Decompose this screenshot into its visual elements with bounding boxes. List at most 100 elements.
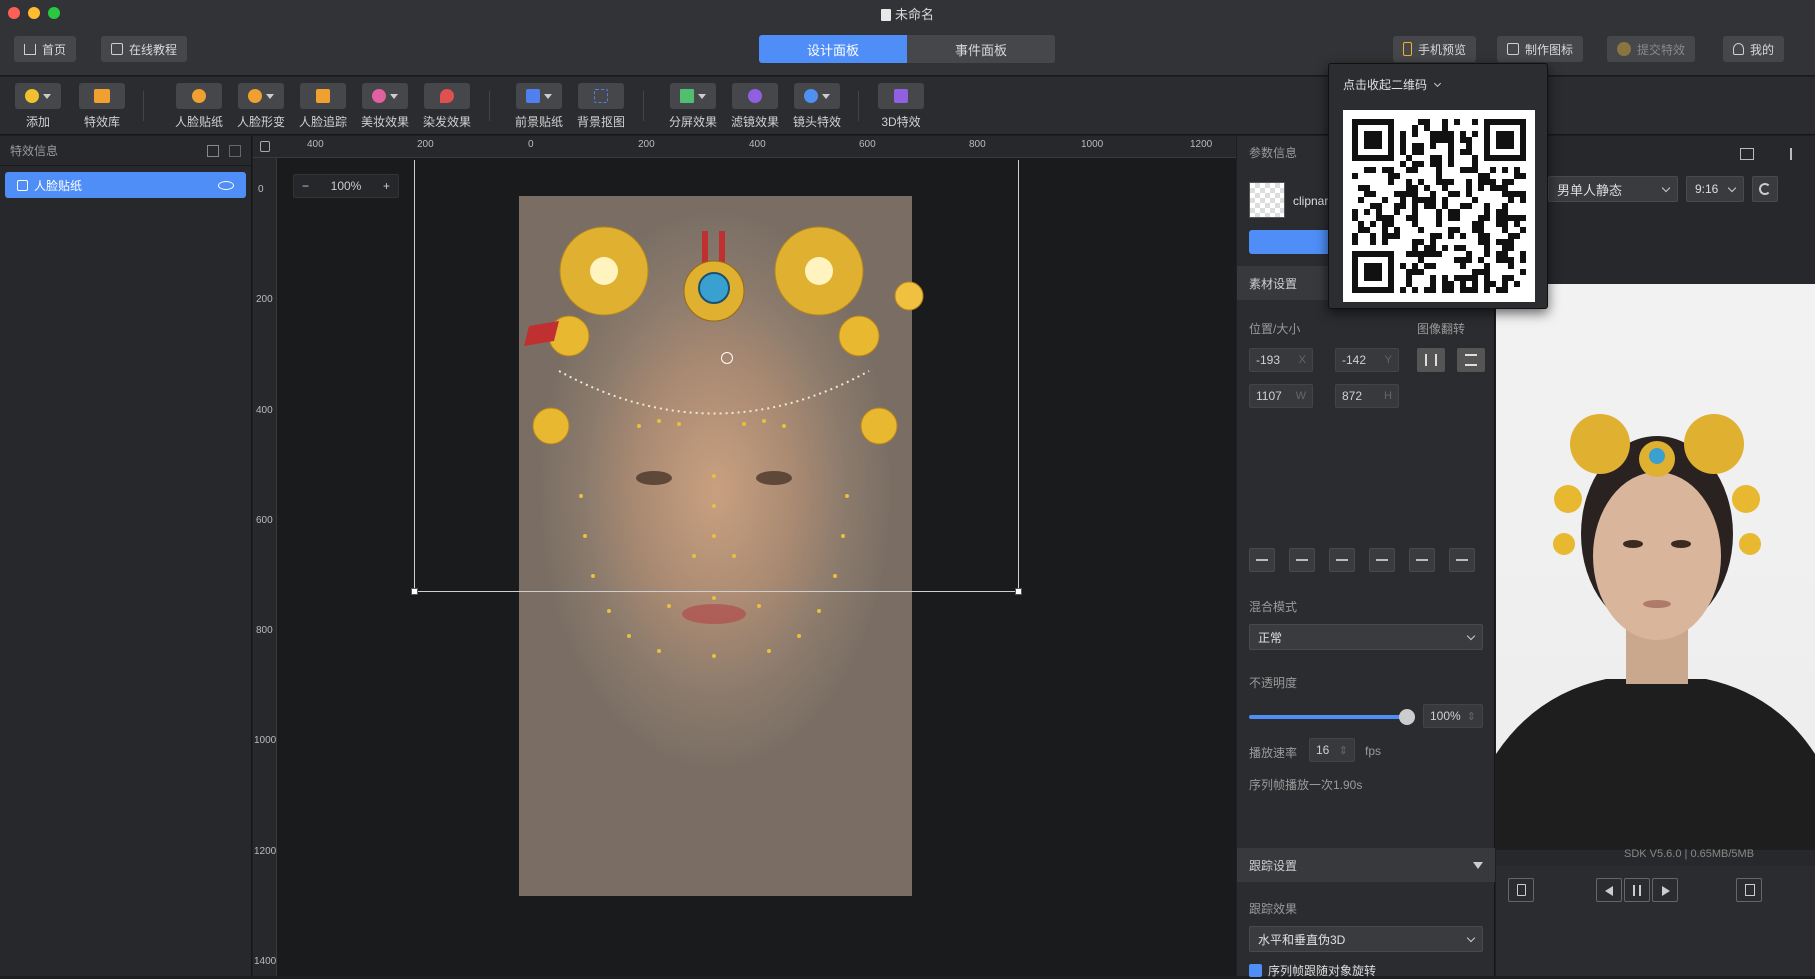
lock-icon[interactable] — [260, 141, 270, 152]
tab-event-panel[interactable]: 事件面板 — [907, 35, 1055, 63]
zoom-out-button[interactable]: − — [302, 179, 309, 193]
tool-face-deform-label: 人脸形变 — [236, 115, 285, 129]
effects-info-panel: 特效信息 人脸贴纸 — [0, 136, 252, 976]
collapse-qr-label: 点击收起二维码 — [1343, 78, 1428, 92]
align-top-button[interactable] — [1369, 548, 1395, 572]
foreground-icon — [526, 89, 540, 103]
align-left-button[interactable] — [1249, 548, 1275, 572]
design-canvas[interactable]: 400 200 0 200 400 600 800 1000 1200 0 20… — [253, 136, 1236, 976]
opacity-field[interactable]: 100% ⇕ — [1423, 704, 1483, 728]
pause-icon — [1633, 885, 1641, 896]
tutorial-button[interactable]: 在线教程 — [101, 36, 188, 62]
device-button[interactable] — [1508, 878, 1534, 902]
sticker-icon — [17, 179, 28, 191]
tool-foreground-sticker[interactable]: 前景贴纸 — [508, 83, 570, 130]
chevron-down-icon — [1466, 631, 1476, 640]
opacity-slider-track[interactable] — [1249, 715, 1407, 719]
tool-lens[interactable]: 镜头特效 — [786, 83, 848, 130]
flip-horizontal-button[interactable] — [1417, 348, 1445, 372]
align-center-icon — [1296, 559, 1308, 561]
model-select[interactable]: 男单人静态 — [1548, 176, 1678, 202]
submit-effect-button[interactable]: 提交特效 — [1607, 36, 1696, 62]
fps-field[interactable]: 16 ⇕ — [1309, 738, 1355, 762]
toolbar-divider — [143, 91, 144, 121]
align-middle-button[interactable] — [1409, 548, 1435, 572]
copy-icon[interactable] — [229, 144, 241, 157]
crop-icon[interactable] — [1740, 148, 1754, 160]
tool-background-cutout[interactable]: 背景抠图 — [570, 83, 632, 130]
home-icon — [24, 43, 36, 55]
align-center-h-button[interactable] — [1289, 548, 1315, 572]
selection-bounding-box[interactable] — [411, 160, 1022, 595]
my-account-button[interactable]: 我的 — [1723, 36, 1785, 62]
opacity-slider-thumb[interactable] — [1399, 709, 1415, 725]
horizontal-ruler: 400 200 0 200 400 600 800 1000 1200 — [253, 136, 1236, 158]
tool-3d[interactable]: 3D特效 — [870, 83, 932, 130]
x-field[interactable]: -193 X — [1249, 348, 1313, 372]
ratio-value: 9:16 — [1695, 182, 1719, 196]
duplicate-icon[interactable] — [207, 144, 219, 157]
collapse-panel-icon[interactable] — [1780, 148, 1792, 160]
resize-handle[interactable] — [411, 588, 418, 595]
make-icon-label: 制作图标 — [1525, 42, 1574, 57]
anchor-point-icon[interactable] — [721, 352, 733, 364]
tool-face-track[interactable]: 人脸追踪 — [292, 83, 354, 130]
width-field[interactable]: 1107 W — [1249, 384, 1313, 408]
align-right-button[interactable] — [1329, 548, 1355, 572]
follow-rotation-option[interactable]: 序列帧跟随对象旋转 — [1249, 962, 1376, 979]
make-icon-button[interactable]: 制作图标 — [1497, 36, 1584, 62]
sequence-note: 序列帧播放一次1.90s — [1249, 778, 1363, 792]
tool-split-screen[interactable]: 分屏效果 — [662, 83, 724, 130]
align-bottom-button[interactable] — [1449, 548, 1475, 572]
preview-model-artwork — [1496, 414, 1815, 850]
tool-face-sticker-label: 人脸贴纸 — [174, 115, 223, 129]
previous-frame-button[interactable] — [1596, 878, 1622, 902]
layer-item-face-sticker[interactable]: 人脸贴纸 — [5, 172, 246, 198]
flip-vertical-button[interactable] — [1457, 348, 1485, 372]
ratio-select[interactable]: 9:16 — [1686, 176, 1744, 202]
stepper-icon[interactable]: ⇕ — [1339, 744, 1348, 757]
next-frame-button[interactable] — [1652, 878, 1678, 902]
tracking-effect-select[interactable]: 水平和垂直伪3D — [1249, 926, 1483, 952]
align-right-icon — [1336, 559, 1348, 561]
tool-hair-dye[interactable]: 染发效果 — [416, 83, 478, 130]
eye-icon[interactable] — [218, 180, 234, 190]
zoom-in-button[interactable]: + — [383, 179, 390, 193]
checkbox-checked-icon[interactable] — [1249, 964, 1262, 977]
vruler-label: 1000 — [254, 735, 277, 746]
refresh-button[interactable] — [1752, 176, 1778, 202]
file-icon — [1745, 884, 1755, 896]
export-button[interactable] — [1736, 878, 1762, 902]
tool-background-cutout-label: 背景抠图 — [576, 115, 625, 129]
pause-button[interactable] — [1624, 878, 1650, 902]
tool-library[interactable]: 特效库 — [71, 83, 133, 130]
x-unit: X — [1298, 354, 1306, 366]
face-deform-icon — [248, 89, 262, 103]
qr-code-pattern — [1352, 119, 1526, 293]
y-field[interactable]: -142 Y — [1335, 348, 1399, 372]
tool-filter[interactable]: 滤镜效果 — [724, 83, 786, 130]
tool-makeup[interactable]: 美妆效果 — [354, 83, 416, 130]
height-value: 872 — [1342, 389, 1363, 403]
blend-mode-select[interactable]: 正常 — [1249, 624, 1483, 650]
home-button[interactable]: 首页 — [14, 36, 77, 62]
tracking-settings-header[interactable]: 跟踪设置 — [1237, 848, 1495, 882]
coin-icon — [1617, 42, 1631, 56]
tool-hair-dye-label: 染发效果 — [422, 115, 471, 129]
height-field[interactable]: 872 H — [1335, 384, 1399, 408]
collapse-qr-toggle[interactable]: 点击收起二维码 — [1343, 76, 1442, 93]
tab-design-panel[interactable]: 设计面板 — [759, 35, 907, 63]
tool-face-deform[interactable]: 人脸形变 — [230, 83, 292, 130]
stepper-icon[interactable]: ⇕ — [1467, 710, 1476, 723]
vruler-label: 800 — [256, 625, 273, 636]
skip-back-icon — [1605, 886, 1613, 896]
image-icon — [1507, 43, 1519, 55]
submit-effect-label: 提交特效 — [1637, 42, 1686, 57]
effects-info-header: 特效信息 — [0, 136, 251, 166]
tool-add[interactable]: 添加 — [7, 83, 69, 130]
hair-dye-icon — [440, 89, 454, 103]
chevron-down-icon — [390, 93, 398, 99]
resize-handle[interactable] — [1015, 588, 1022, 595]
tool-face-sticker[interactable]: 人脸贴纸 — [168, 83, 230, 130]
phone-preview-button[interactable]: 手机预览 — [1393, 36, 1477, 62]
